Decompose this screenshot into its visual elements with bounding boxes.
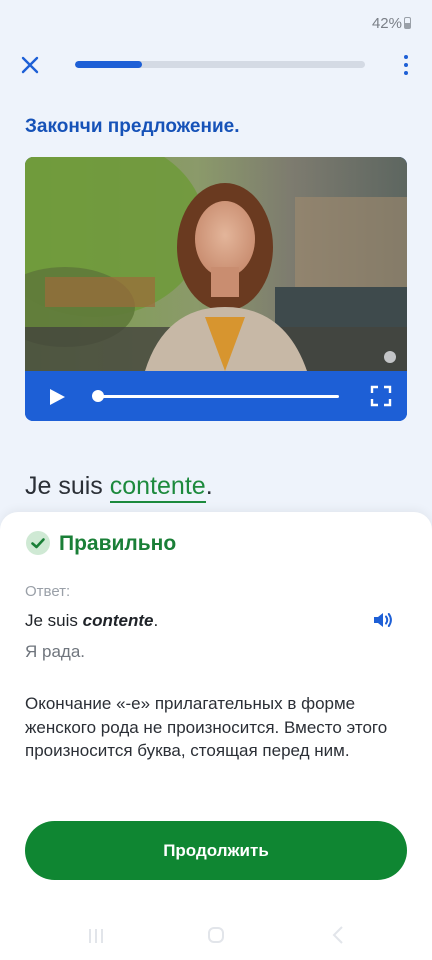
check-circle-icon	[25, 530, 51, 556]
status-bar: 42%	[0, 0, 432, 44]
result-title: Правильно	[59, 532, 177, 555]
close-button[interactable]	[18, 53, 42, 77]
more-vert-icon	[404, 55, 408, 59]
sentence-suffix: .	[205, 472, 213, 500]
lesson-progress-fill	[75, 61, 142, 68]
exercise-sentence: Je suis contente.	[25, 472, 213, 503]
recents-icon[interactable]	[87, 928, 105, 944]
more-vert-dot	[404, 63, 408, 67]
video-player[interactable]	[25, 157, 407, 421]
back-icon[interactable]	[331, 926, 345, 944]
video-frame	[25, 157, 407, 371]
translation-text: Я рада.	[25, 642, 86, 661]
answer-suffix: .	[153, 611, 159, 630]
lesson-progress-bar	[75, 61, 365, 68]
speaker-icon	[374, 613, 392, 627]
exercise-instruction: Закончи предложение.	[25, 116, 240, 137]
system-nav-bar	[0, 910, 432, 960]
battery-icon	[404, 17, 411, 29]
explanation-text: Окончание «-е» прилагательных в форме же…	[25, 694, 388, 760]
more-vert-dot	[404, 71, 408, 75]
more-options-button[interactable]	[398, 53, 414, 77]
filled-answer: contente	[109, 472, 206, 503]
answer-label: Ответ:	[25, 583, 71, 600]
play-audio-button[interactable]	[372, 610, 396, 630]
play-icon	[50, 389, 65, 405]
continue-button[interactable]: Продолжить	[25, 821, 407, 880]
fullscreen-button[interactable]	[370, 385, 392, 407]
battery-percent: 42%	[371, 15, 402, 32]
video-seek-bar[interactable]	[97, 395, 339, 398]
fullscreen-icon	[370, 385, 392, 407]
home-icon[interactable]	[207, 926, 225, 944]
answer-sentence: Je suis contente.	[25, 611, 158, 631]
answer-prefix: Je suis	[25, 611, 83, 630]
video-seek-knob[interactable]	[92, 390, 104, 402]
sentence-prefix: Je suis	[25, 472, 110, 500]
answer-word: contente	[82, 611, 154, 630]
play-button[interactable]	[47, 387, 67, 407]
close-icon	[21, 56, 39, 74]
